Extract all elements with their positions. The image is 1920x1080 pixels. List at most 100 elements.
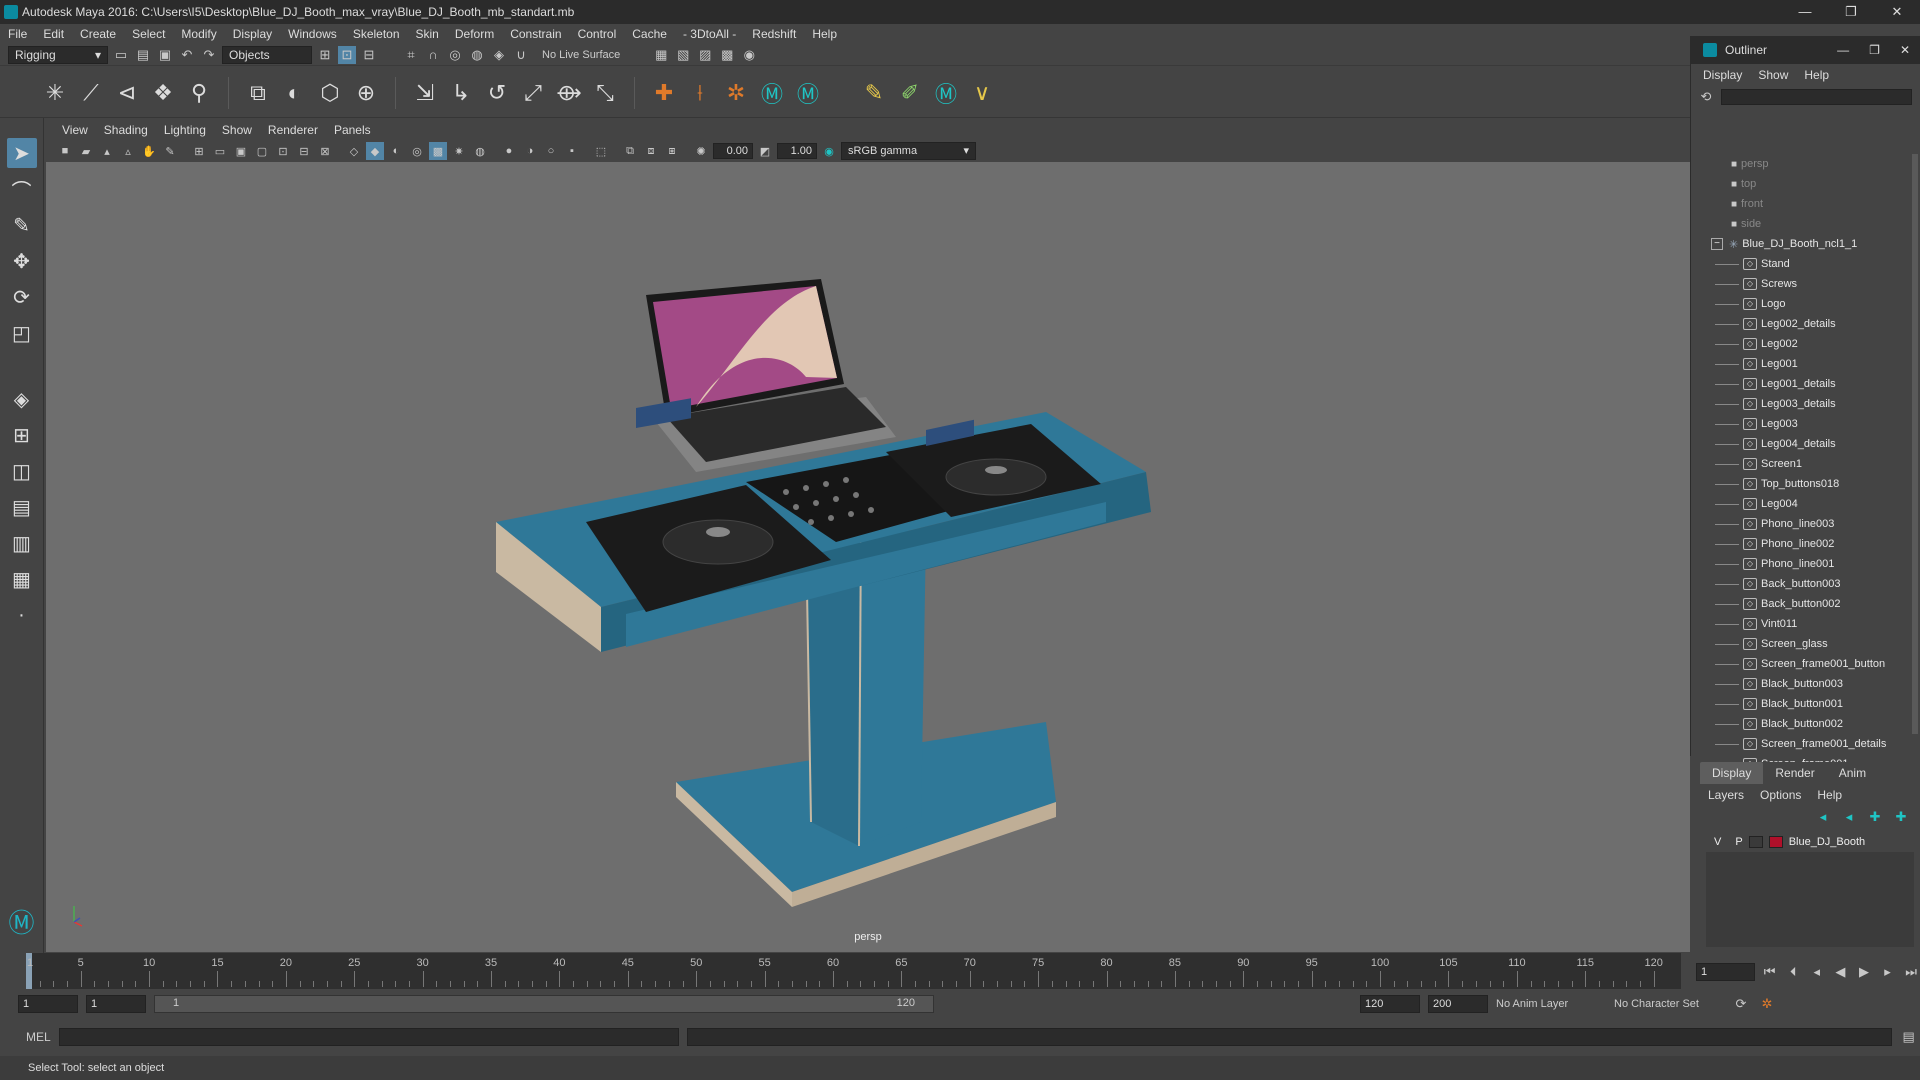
bookmark-icon[interactable]: ▴ <box>98 142 116 160</box>
redo-icon[interactable]: ↷ <box>200 46 218 64</box>
new-scene-icon[interactable]: ▭ <box>112 46 130 64</box>
gamma-field[interactable]: 1.00 <box>777 143 817 159</box>
paint-weights-icon[interactable]: ✎ <box>859 78 889 108</box>
layer-tab-render[interactable]: Render <box>1763 762 1826 784</box>
anim-layer-dropdown[interactable]: No Anim Layer <box>1496 998 1606 1010</box>
ipr-render-icon[interactable]: ▧ <box>674 46 692 64</box>
close-button[interactable]: ✕ <box>1890 43 1920 57</box>
scale-constraint-icon[interactable]: ⤢ <box>518 78 548 108</box>
outliner-item-row[interactable]: ◇ Stand <box>1691 254 1911 274</box>
resolution-gate-icon[interactable]: ▣ <box>232 142 250 160</box>
outliner-item-row[interactable]: ◇ Screen_frame001_details <box>1691 734 1911 754</box>
outliner-camera-row[interactable]: ■ side <box>1691 214 1911 234</box>
snap-point-icon[interactable]: ◎ <box>446 46 464 64</box>
close-button[interactable]: ✕ <box>1874 0 1920 24</box>
anti-aliasing-icon[interactable]: ○ <box>542 142 560 160</box>
layout-four-icon[interactable]: ⊞ <box>7 420 37 450</box>
render-frame-icon[interactable]: ▦ <box>652 46 670 64</box>
outliner-item-row[interactable]: ◇ Leg003_details <box>1691 394 1911 414</box>
layer-display-type[interactable] <box>1748 836 1763 848</box>
play-backwards-icon[interactable]: ◀ <box>1832 963 1850 981</box>
character-set-dropdown[interactable]: No Character Set <box>1614 998 1724 1010</box>
save-scene-icon[interactable]: ▣ <box>156 46 174 64</box>
outliner-item-row[interactable]: ◇ Logo <box>1691 294 1911 314</box>
locator-icon[interactable]: ✚ <box>649 78 679 108</box>
isolate-select-icon[interactable]: ⬚ <box>592 142 610 160</box>
layer-tab-display[interactable]: Display <box>1700 762 1764 784</box>
camera-attr-icon[interactable]: ▰ <box>77 142 95 160</box>
minimize-button[interactable]: — <box>1782 0 1828 24</box>
layer-row[interactable]: V P Blue_DJ_Booth <box>1706 832 1914 852</box>
select-tool-icon[interactable]: ➤ <box>6 138 37 168</box>
outliner-item-row[interactable]: ◇ Screws <box>1691 274 1911 294</box>
menu-create[interactable]: Create <box>72 27 124 41</box>
outliner-item-row[interactable]: ◇ Back_button002 <box>1691 594 1911 614</box>
menu-skin[interactable]: Skin <box>408 27 447 41</box>
film-gate-icon[interactable]: ▭ <box>211 142 229 160</box>
refresh-icon[interactable]: ⟲ <box>1697 88 1715 106</box>
outliner-menu-show[interactable]: Show <box>1750 68 1796 82</box>
layout-hypershade-icon[interactable]: ▦ <box>7 564 37 594</box>
menu-modify[interactable]: Modify <box>173 27 224 41</box>
step-forward-frame-icon[interactable]: ▸ <box>1879 963 1897 981</box>
mel-label[interactable]: MEL <box>26 1030 51 1044</box>
new-layer-icon[interactable]: ✚ <box>1866 808 1884 826</box>
outliner-vertical-scrollbar[interactable] <box>1912 154 1918 734</box>
time-slider[interactable]: 1 5 10 15 20 25 30 35 40 45 50 55 60 65 70 75 80 85 90 95 10… <box>0 953 1690 991</box>
step-back-frame-icon[interactable]: ◂ <box>1808 963 1826 981</box>
go-to-end-icon[interactable]: ⏭ <box>1902 963 1920 981</box>
2d-pan-icon[interactable]: ✋ <box>140 142 158 160</box>
new-layer-selected-icon[interactable]: ✚ <box>1892 808 1910 826</box>
rotate-tool-icon[interactable]: ⟳ <box>7 282 37 312</box>
wireframe-icon[interactable]: ◇ <box>345 142 363 160</box>
ambient-occlusion-icon[interactable]: ● <box>500 142 518 160</box>
menu-deform[interactable]: Deform <box>447 27 502 41</box>
menu-windows[interactable]: Windows <box>280 27 345 41</box>
select-component-icon[interactable]: ⊟ <box>360 46 378 64</box>
outliner-item-row[interactable]: ◇ Phono_line001 <box>1691 554 1911 574</box>
outliner-item-row[interactable]: ◇ Black_button003 <box>1691 674 1911 694</box>
script-editor-icon[interactable]: ▤ <box>1900 1028 1918 1046</box>
minimize-button[interactable]: — <box>1827 43 1859 57</box>
blend-shape-icon[interactable]: ⊕ <box>351 78 381 108</box>
range-slider[interactable]: 1 120 <box>154 995 934 1013</box>
grid-icon[interactable]: ⊞ <box>190 142 208 160</box>
camera-icon[interactable]: ■ <box>56 142 74 160</box>
textured-icon[interactable]: ▩ <box>429 142 447 160</box>
menu-select[interactable]: Select <box>124 27 173 41</box>
hik-icon[interactable]: Ⓜ <box>757 78 787 108</box>
move-tool-icon[interactable]: ✥ <box>7 246 37 276</box>
viewport-menu-renderer[interactable]: Renderer <box>260 123 326 137</box>
layer-menu-layers[interactable]: Layers <box>1700 788 1752 802</box>
hypershade-icon[interactable]: ▩ <box>718 46 736 64</box>
outliner-item-row[interactable]: ◇ Leg002 <box>1691 334 1911 354</box>
aim-constraint-icon[interactable]: ↳ <box>446 78 476 108</box>
parent-constraint-icon[interactable]: ⟴ <box>554 78 584 108</box>
bind-skin-icon[interactable]: ❖ <box>148 78 178 108</box>
gate-mask-icon[interactable]: ▢ <box>253 142 271 160</box>
layout-single-icon[interactable]: ◈ <box>7 384 37 414</box>
mirror-joint-icon[interactable]: ✲ <box>721 78 751 108</box>
snap-surface-icon[interactable]: ◈ <box>490 46 508 64</box>
menu-skeleton[interactable]: Skeleton <box>345 27 408 41</box>
step-back-key-icon[interactable]: ⏴ <box>1784 963 1802 981</box>
outliner-item-row[interactable]: ◇ Phono_line002 <box>1691 534 1911 554</box>
snap-curve-icon[interactable]: ∩ <box>424 46 442 64</box>
auto-key-icon[interactable]: ⟳ <box>1732 995 1750 1013</box>
grease-pencil-icon[interactable]: ✎ <box>161 142 179 160</box>
use-lights-icon[interactable]: ✷ <box>450 142 468 160</box>
pole-vector-icon[interactable]: ⤡ <box>590 78 620 108</box>
joint-orient-icon[interactable]: ⟊ <box>685 78 715 108</box>
exposure-field[interactable]: 0.00 <box>713 143 753 159</box>
motion-blur-icon[interactable]: ◑ <box>521 142 539 160</box>
xray-joints-icon[interactable]: ⧈ <box>642 142 660 160</box>
playback-end-field[interactable]: 120 <box>1360 995 1420 1013</box>
mash-icon[interactable]: Ⓜ <box>931 78 961 108</box>
menu-edit[interactable]: Edit <box>35 27 72 41</box>
live-surface-label[interactable]: No Live Surface <box>534 49 628 61</box>
menu-cache[interactable]: Cache <box>624 27 675 41</box>
outliner-item-row[interactable]: ◇ Screen_glass <box>1691 634 1911 654</box>
outliner-camera-row[interactable]: ■ top <box>1691 174 1911 194</box>
collapse-icon[interactable]: − <box>1711 238 1723 250</box>
layer-color-swatch[interactable] <box>1768 836 1783 848</box>
